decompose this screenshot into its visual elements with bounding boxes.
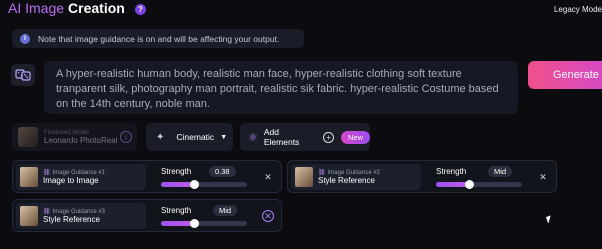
- style-dropdown[interactable]: ✦ Cinematic ▼: [146, 123, 233, 151]
- style-label: Cinematic: [176, 132, 215, 142]
- image-guidance-note: i Note that image guidance is on and wil…: [12, 29, 304, 48]
- legacy-mode-toggle[interactable]: Legacy Mode: [554, 5, 602, 14]
- guidance-thumbnail: [20, 206, 38, 226]
- dice-icon: [15, 69, 31, 81]
- atom-icon: ⚛: [248, 131, 258, 144]
- question-icon[interactable]: ?: [134, 3, 146, 15]
- strength-slider-knob[interactable]: [189, 180, 199, 189]
- generate-button[interactable]: Generate: [528, 61, 602, 89]
- prompt-input[interactable]: A hyper-realistic human body, realistic …: [44, 61, 518, 114]
- close-icon[interactable]: ✕: [537, 171, 549, 183]
- page-title: AI Image Creation ?: [8, 0, 146, 16]
- close-icon[interactable]: ✕: [262, 171, 274, 183]
- strength-value[interactable]: Mid: [488, 166, 513, 177]
- strength-slider-knob[interactable]: [464, 180, 474, 189]
- image-guidance-card-3: ⛓ Image Guidance #3 Style Reference Stren…: [12, 199, 282, 232]
- strength-slider-knob[interactable]: [189, 219, 199, 228]
- strength-label: Strength: [161, 167, 192, 176]
- add-elements-label: Add Elements: [263, 127, 300, 147]
- strength-value[interactable]: Mid: [213, 205, 238, 216]
- mouse-cursor: [545, 215, 554, 224]
- new-badge: New: [340, 130, 370, 144]
- lightbulb-icon: ✦: [156, 131, 165, 143]
- guidance-thumbnail: [20, 167, 38, 187]
- close-icon[interactable]: ✕: [262, 210, 274, 222]
- guidance-thumbnail: [295, 167, 313, 187]
- strength-slider-fill: [161, 221, 194, 226]
- guidance-source[interactable]: ⛓ Image Guidance #2 Style Reference: [291, 164, 421, 190]
- add-elements-button[interactable]: ⚛ Add Elements + New: [240, 123, 370, 151]
- info-icon[interactable]: i: [120, 131, 132, 143]
- guidance-source[interactable]: ⛓ Image Guidance #1 Image to Image: [16, 164, 146, 190]
- chevron-down-icon: ▼: [220, 133, 228, 141]
- image-guidance-card-1: ⛓ Image Guidance #1 Image to Image Streng…: [12, 160, 282, 193]
- image-guidance-card-2: ⛓ Image Guidance #2 Style Reference Stren…: [287, 160, 557, 193]
- strength-slider[interactable]: [161, 180, 247, 189]
- guidance-source[interactable]: ⛓ Image Guidance #3 Style Reference: [16, 203, 146, 229]
- strength-label: Strength: [161, 206, 192, 215]
- model-thumbnail: [18, 127, 38, 147]
- random-prompt-button[interactable]: [11, 64, 35, 86]
- plus-icon: +: [323, 131, 334, 143]
- model-name: Leonardo PhotoReal: [44, 135, 118, 145]
- info-icon: i: [20, 33, 30, 44]
- title-accent: AI Image: [8, 0, 65, 16]
- guidance-type: Image to Image: [43, 176, 99, 185]
- finetuned-model-selector[interactable]: Finetuned Model Leonardo PhotoReal i: [12, 123, 137, 151]
- strength-slider-fill: [436, 182, 469, 187]
- guidance-type: Style Reference: [43, 215, 100, 224]
- note-text: Note that image guidance is on and will …: [38, 33, 280, 44]
- strength-label: Strength: [436, 167, 467, 176]
- strength-slider[interactable]: [436, 180, 522, 189]
- strength-slider[interactable]: [161, 219, 247, 228]
- strength-value[interactable]: 0.38: [209, 166, 236, 177]
- strength-slider-fill: [161, 182, 194, 187]
- guidance-type: Style Reference: [318, 176, 375, 185]
- title-main: Creation: [68, 0, 125, 16]
